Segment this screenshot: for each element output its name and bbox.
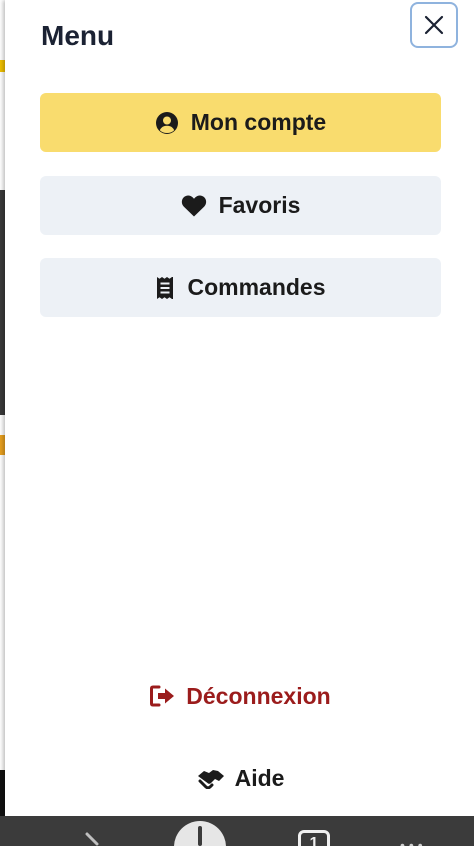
user-circle-icon [155, 111, 179, 135]
orders-label: Commandes [187, 274, 326, 300]
forward-icon[interactable] [84, 832, 102, 846]
more-options-icon[interactable]: ••• [400, 838, 427, 846]
close-icon [424, 15, 444, 35]
drawer-title: Menu [41, 20, 115, 51]
orders-button[interactable]: Commandes [40, 258, 441, 317]
help-link[interactable]: Aide [40, 758, 441, 798]
browser-toolbar: 1 ••• [0, 816, 474, 846]
logout-label: Déconnexion [186, 682, 331, 709]
handshake-icon [197, 767, 225, 789]
favorites-label: Favoris [218, 192, 301, 218]
home-icon [198, 826, 202, 846]
logout-link[interactable]: Déconnexion [40, 676, 441, 716]
tabs-button[interactable]: 1 [298, 830, 330, 846]
heart-icon [181, 194, 207, 218]
receipt-icon [155, 276, 175, 300]
sign-out-icon [150, 685, 176, 707]
favorites-button[interactable]: Favoris [40, 176, 441, 235]
help-label: Aide [234, 764, 285, 791]
my-account-button[interactable]: Mon compte [40, 93, 441, 152]
close-button[interactable] [410, 2, 458, 48]
my-account-label: Mon compte [190, 109, 327, 135]
menu-drawer: Menu Mon compte Favoris Commandes Déconn… [5, 0, 474, 816]
